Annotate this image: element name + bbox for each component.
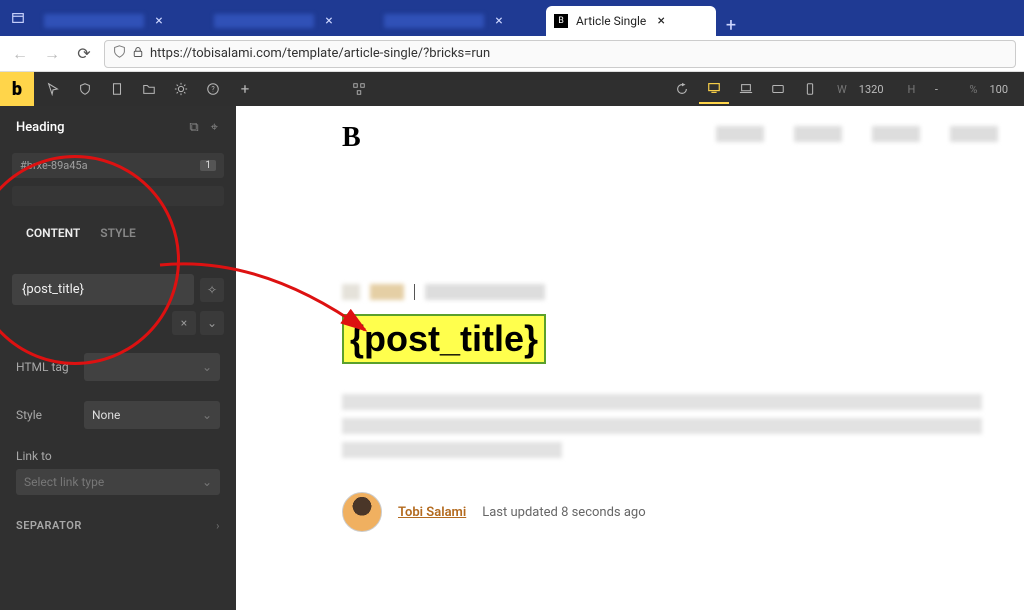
viewport-scale: % 100 <box>959 83 1020 96</box>
element-sidebar: Heading ⧉ ⌖ #brxe-89a45a 1 CONTENT STYLE… <box>0 106 236 610</box>
separator-section[interactable]: SEPARATOR <box>0 505 236 546</box>
laptop-icon[interactable] <box>731 74 761 104</box>
tabs-container: × × × B Article Single × + <box>36 0 1024 36</box>
tablet-landscape-icon[interactable] <box>763 74 793 104</box>
browser-tab[interactable]: × <box>36 6 206 36</box>
byline: Tobi Salami Last updated 8 seconds ago <box>342 492 1024 532</box>
pages-icon[interactable] <box>102 74 132 104</box>
mobile-icon[interactable] <box>795 74 825 104</box>
close-icon[interactable]: × <box>654 14 668 28</box>
url-bar[interactable]: https://tobisalami.com/template/article-… <box>104 40 1016 68</box>
favicon-icon: B <box>554 14 568 28</box>
breadcrumb <box>342 284 1024 300</box>
url-text: https://tobisalami.com/template/article-… <box>150 46 490 61</box>
builder-canvas[interactable]: B {post_title} Tobi Salami Last updated … <box>236 106 1024 610</box>
main-area: Heading ⧉ ⌖ #brxe-89a45a 1 CONTENT STYLE… <box>0 106 1024 610</box>
builder-toolbar: b ? + W 1320 H - % 100 <box>0 72 1024 106</box>
window-menu-icon[interactable] <box>0 0 36 36</box>
dynamic-data-icon[interactable]: ✧ <box>200 278 224 302</box>
title-field-row: {post_title} ✧ <box>0 268 236 311</box>
bricks-logo[interactable]: b <box>0 72 34 106</box>
svg-text:?: ? <box>211 86 215 94</box>
refresh-icon[interactable] <box>667 74 697 104</box>
shield-icon <box>113 45 126 62</box>
reload-button[interactable]: ⟳ <box>72 42 96 66</box>
linkto-label: Link to <box>16 449 220 463</box>
cursor-icon[interactable] <box>38 74 68 104</box>
browser-nav-bar: ← → ⟳ https://tobisalami.com/template/ar… <box>0 36 1024 72</box>
new-tab-button[interactable]: + <box>716 15 746 36</box>
shield-icon[interactable] <box>70 74 100 104</box>
lock-icon <box>132 46 144 61</box>
author-link[interactable]: Tobi Salami <box>398 505 466 520</box>
class-chip[interactable] <box>12 186 224 206</box>
sidebar-header: Heading ⧉ ⌖ <box>0 106 236 149</box>
clone-icon[interactable]: ⧉ <box>187 120 200 135</box>
last-updated: Last updated 8 seconds ago <box>482 505 645 520</box>
style-select[interactable]: None <box>84 401 220 429</box>
add-icon[interactable]: + <box>230 74 260 104</box>
clear-icon[interactable]: × <box>172 311 196 335</box>
close-icon[interactable]: × <box>152 14 166 28</box>
style-row: Style None <box>0 391 236 439</box>
back-button[interactable]: ← <box>8 42 32 66</box>
panel-tabs: CONTENT STYLE <box>0 210 236 248</box>
folder-icon[interactable] <box>134 74 164 104</box>
pin-icon[interactable]: ⌖ <box>209 120 220 135</box>
element-id-count: 1 <box>200 160 216 171</box>
browser-tab[interactable]: × <box>376 6 546 36</box>
forward-button[interactable]: → <box>40 42 64 66</box>
excerpt-placeholder <box>342 394 1024 458</box>
browser-tab[interactable]: × <box>206 6 376 36</box>
element-id-text: #brxe-89a45a <box>20 159 88 172</box>
viewport-width: W 1320 <box>827 83 896 96</box>
help-icon[interactable]: ? <box>198 74 228 104</box>
element-title: Heading <box>16 120 179 135</box>
title-input[interactable]: {post_title} <box>12 274 194 305</box>
chevron-down-icon[interactable]: ⌄ <box>200 311 224 335</box>
browser-tab-strip: × × × B Article Single × + <box>0 0 1024 36</box>
tab-title: Article Single <box>576 14 646 28</box>
browser-tab-active[interactable]: B Article Single × <box>546 6 716 36</box>
linkto-row: Link to Select link type <box>0 439 236 505</box>
site-nav <box>716 126 998 142</box>
gear-icon[interactable] <box>166 74 196 104</box>
html-tag-label: HTML tag <box>16 360 76 374</box>
tab-content[interactable]: CONTENT <box>16 220 90 248</box>
avatar[interactable] <box>342 492 382 532</box>
html-tag-select[interactable] <box>84 353 220 381</box>
close-icon[interactable]: × <box>492 14 506 28</box>
html-tag-row: HTML tag <box>0 343 236 391</box>
close-icon[interactable]: × <box>322 14 336 28</box>
viewport-height: H - <box>898 83 958 96</box>
desktop-icon[interactable] <box>699 74 729 104</box>
element-id-chip[interactable]: #brxe-89a45a 1 <box>12 153 224 178</box>
linkto-select[interactable]: Select link type <box>16 469 220 495</box>
tab-style[interactable]: STYLE <box>90 220 145 248</box>
tree-icon[interactable] <box>344 74 374 104</box>
style-label: Style <box>16 408 76 422</box>
post-title-element[interactable]: {post_title} <box>342 314 546 364</box>
